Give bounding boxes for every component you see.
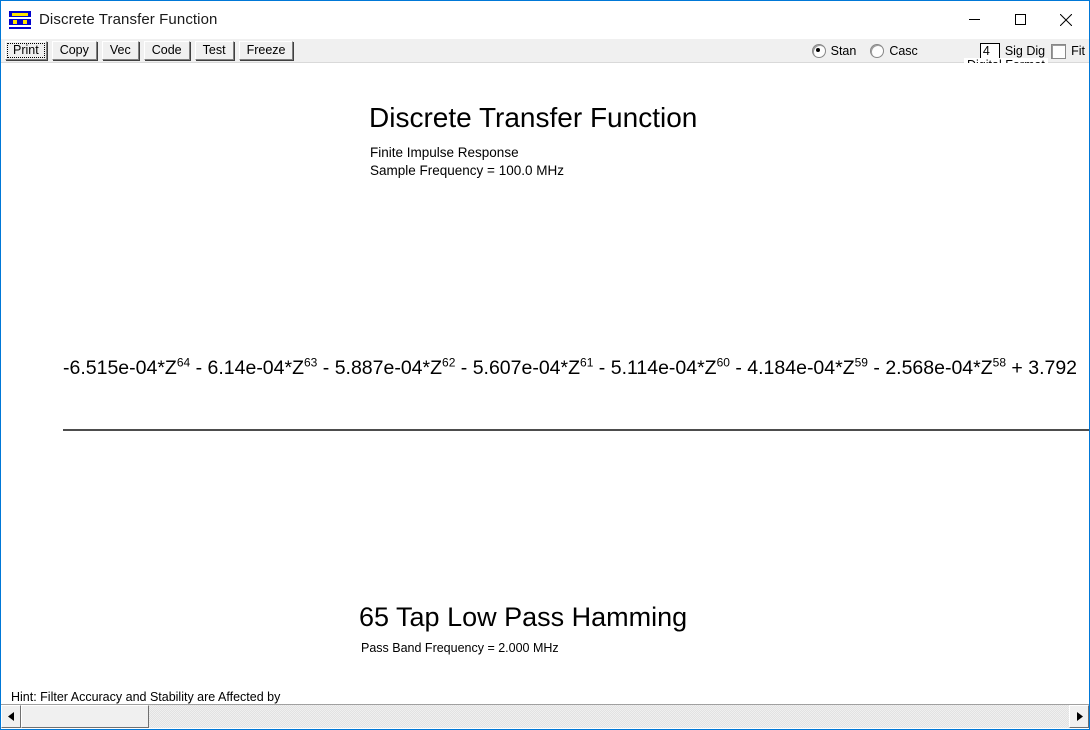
- radio-casc-label: Casc: [889, 44, 918, 58]
- application-window: Discrete Transfer Function Print Copy Ve…: [0, 0, 1090, 730]
- close-icon: [1060, 13, 1072, 26]
- minimize-icon: [968, 19, 980, 20]
- filter-type-label: Finite Impulse Response: [370, 144, 519, 160]
- equation-exp-3: 61: [580, 355, 594, 370]
- radio-casc[interactable]: Casc: [870, 44, 918, 58]
- fraction-divider-line: [63, 429, 1089, 431]
- close-button[interactable]: [1043, 1, 1089, 38]
- equation-exp-2: 62: [442, 355, 456, 370]
- page-title: Discrete Transfer Function: [369, 102, 698, 133]
- caption-button-group: [951, 1, 1089, 38]
- toolbar: Print Copy Vec Code Test Freeze Stan Cas…: [1, 39, 1089, 147]
- freeze-button[interactable]: Freeze: [238, 41, 294, 60]
- header-subtitles: Finite Impulse Response Sample Frequency…: [370, 144, 697, 180]
- code-button[interactable]: Code: [143, 41, 190, 60]
- scroll-right-button[interactable]: [1069, 705, 1089, 728]
- equation-term-4: - 5.114e-04*Z: [593, 357, 717, 379]
- equation-term-6: - 2.568e-04*Z: [867, 357, 993, 379]
- equation-exp-5: 59: [854, 355, 868, 370]
- sig-dig-group: Sig Dig: [979, 42, 1046, 60]
- horizontal-scrollbar[interactable]: [1, 704, 1089, 728]
- filter-name: 65 Tap Low Pass Hamming: [359, 602, 688, 632]
- scroll-left-button[interactable]: [1, 705, 21, 728]
- triangle-right-icon: [1076, 712, 1083, 721]
- equation-term-7: + 3.792: [1006, 357, 1078, 379]
- fit-checkbox[interactable]: [1051, 43, 1067, 59]
- fit-label: Fit: [1071, 44, 1085, 58]
- title-bar: Discrete Transfer Function: [1, 1, 1089, 39]
- filter-description-block: 65 Tap Low Pass Hamming Pass Band Freque…: [359, 602, 688, 655]
- pass-band-frequency-label: Pass Band Frequency = 2.000 MHz: [361, 640, 559, 655]
- transfer-function-equation: -6.515e-04*Z64 - 6.14e-04*Z63 - 5.887e-0…: [63, 355, 1078, 379]
- hint-text: Hint: Filter Accuracy and Stability are …: [11, 688, 280, 704]
- print-button[interactable]: Print: [5, 41, 47, 60]
- scrollbar-track[interactable]: [21, 705, 1069, 728]
- radio-stan[interactable]: Stan: [811, 44, 857, 58]
- minimize-button[interactable]: [951, 1, 997, 38]
- radio-stan-label: Stan: [830, 44, 857, 58]
- client-area: Discrete Transfer Function Finite Impuls…: [1, 63, 1089, 704]
- equation-exp-6: 58: [992, 355, 1006, 370]
- maximize-icon: [1014, 14, 1026, 25]
- scrollbar-thumb[interactable]: [21, 705, 149, 728]
- equation-term-3: - 5.607e-04*Z: [455, 357, 581, 379]
- equation-term-1: - 6.14e-04*Z: [190, 357, 304, 379]
- equation-term-0: -6.515e-04*Z: [63, 357, 177, 379]
- maximize-button[interactable]: [997, 1, 1043, 38]
- sample-frequency-label: Sample Frequency = 100.0 MHz: [370, 163, 564, 179]
- equation-exp-1: 63: [304, 355, 318, 370]
- copy-button[interactable]: Copy: [51, 41, 97, 60]
- vec-button[interactable]: Vec: [101, 41, 139, 60]
- hint-line-1: Hint: Filter Accuracy and Stability are …: [11, 690, 281, 704]
- sig-dig-input[interactable]: [979, 42, 1000, 60]
- header-block: Discrete Transfer Function Finite Impuls…: [369, 102, 698, 180]
- window-title: Discrete Transfer Function: [39, 11, 218, 28]
- sig-dig-label: Sig Dig: [1004, 44, 1046, 58]
- triangle-left-icon: [7, 712, 14, 721]
- equation-term-2: - 5.887e-04*Z: [317, 357, 443, 379]
- fit-checkbox-group[interactable]: Fit: [1051, 43, 1085, 59]
- equation-term-5: - 4.184e-04*Z: [729, 357, 855, 379]
- radio-stan-indicator[interactable]: [811, 44, 826, 58]
- radio-casc-indicator[interactable]: [870, 44, 885, 58]
- chip-icon: [9, 10, 31, 29]
- test-button[interactable]: Test: [194, 41, 234, 60]
- equation-exp-0: 64: [176, 355, 191, 370]
- equation-exp-4: 60: [716, 355, 730, 370]
